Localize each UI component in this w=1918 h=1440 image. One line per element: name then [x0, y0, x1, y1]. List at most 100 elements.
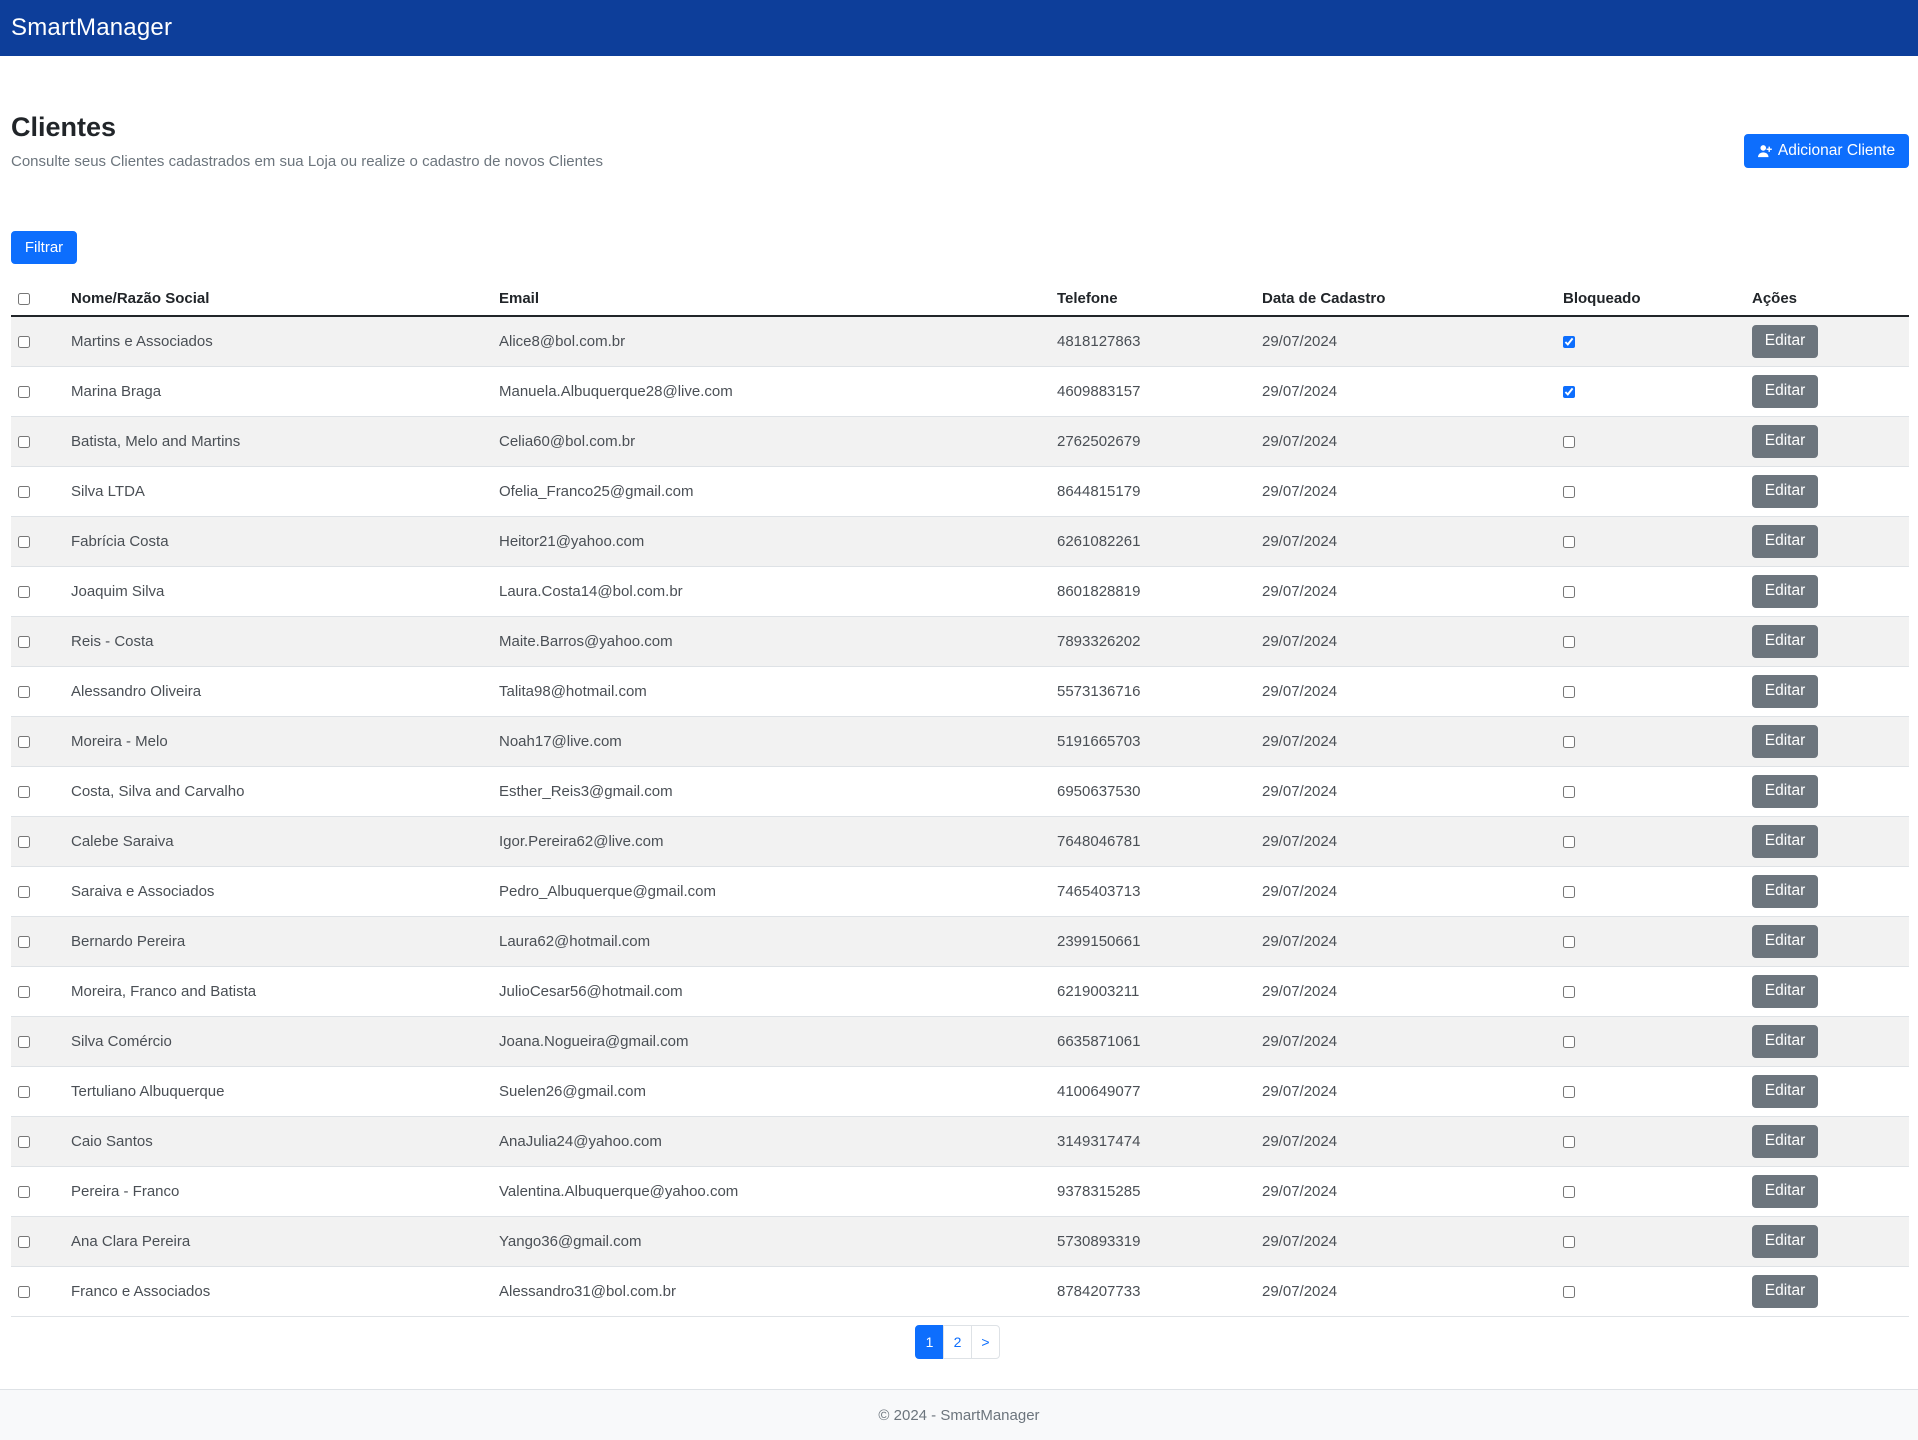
- column-header-actions: Ações: [1752, 282, 1909, 317]
- brand-logo[interactable]: SmartManager: [11, 14, 172, 42]
- row-select-checkbox[interactable]: [18, 685, 30, 698]
- blocked-checkbox[interactable]: [1563, 385, 1575, 398]
- row-select-checkbox[interactable]: [18, 385, 30, 398]
- column-header-date: Data de Cadastro: [1262, 282, 1557, 317]
- row-select-checkbox[interactable]: [18, 635, 30, 648]
- row-select-checkbox[interactable]: [18, 1185, 30, 1198]
- blocked-checkbox[interactable]: [1563, 785, 1575, 798]
- table-row: Martins e Associados Alice8@bol.com.br 481…: [11, 316, 1909, 367]
- row-select-checkbox[interactable]: [18, 1235, 30, 1248]
- row-select-checkbox[interactable]: [18, 935, 30, 948]
- table-header-row: Nome/Razão Social Email Telefone Data de…: [11, 282, 1909, 317]
- row-select-checkbox[interactable]: [18, 1085, 30, 1098]
- cell-name: Calebe Saraiva: [71, 816, 499, 867]
- edit-button[interactable]: Editar: [1752, 624, 1818, 658]
- edit-button[interactable]: Editar: [1752, 1174, 1818, 1208]
- table-row: Tertuliano Albuquerque Suelen26@gmail.com…: [11, 1066, 1909, 1117]
- edit-button[interactable]: Editar: [1752, 424, 1818, 458]
- blocked-checkbox[interactable]: [1563, 585, 1575, 598]
- edit-button[interactable]: Editar: [1752, 724, 1818, 758]
- blocked-checkbox[interactable]: [1563, 885, 1575, 898]
- add-client-label: Adicionar Cliente: [1777, 142, 1896, 159]
- cell-date: 29/07/2024: [1262, 566, 1557, 617]
- cell-date: 29/07/2024: [1262, 1116, 1557, 1167]
- cell-email: Maite.Barros@yahoo.com: [499, 616, 1057, 667]
- cell-name: Ana Clara Pereira: [71, 1216, 499, 1267]
- blocked-checkbox[interactable]: [1563, 1285, 1575, 1298]
- edit-button[interactable]: Editar: [1752, 824, 1818, 858]
- table-row: Caio Santos AnaJulia24@yahoo.com 314931747…: [11, 1116, 1909, 1167]
- blocked-checkbox[interactable]: [1563, 335, 1575, 348]
- cell-phone: 7465403713: [1057, 866, 1262, 917]
- cell-name: Franco e Associados: [71, 1266, 499, 1317]
- filter-button[interactable]: Filtrar: [11, 231, 77, 264]
- row-select-checkbox[interactable]: [18, 735, 30, 748]
- page-1-link[interactable]: 1: [915, 1325, 944, 1359]
- row-select-checkbox[interactable]: [18, 485, 30, 498]
- edit-button[interactable]: Editar: [1752, 674, 1818, 708]
- cell-name: Martins e Associados: [71, 316, 499, 367]
- cell-phone: 6635871061: [1057, 1016, 1262, 1067]
- edit-button[interactable]: Editar: [1752, 1274, 1818, 1308]
- cell-date: 29/07/2024: [1262, 1066, 1557, 1117]
- cell-phone: 2762502679: [1057, 416, 1262, 467]
- edit-button[interactable]: Editar: [1752, 874, 1818, 908]
- edit-button[interactable]: Editar: [1752, 374, 1818, 408]
- table-row: Silva LTDA Ofelia_Franco25@gmail.com 86448…: [11, 466, 1909, 517]
- blocked-checkbox[interactable]: [1563, 735, 1575, 748]
- cell-phone: 3149317474: [1057, 1116, 1262, 1167]
- row-select-checkbox[interactable]: [18, 1135, 30, 1148]
- row-select-checkbox[interactable]: [18, 435, 30, 448]
- edit-button[interactable]: Editar: [1752, 924, 1818, 958]
- cell-name: Saraiva e Associados: [71, 866, 499, 917]
- blocked-checkbox[interactable]: [1563, 685, 1575, 698]
- blocked-checkbox[interactable]: [1563, 535, 1575, 548]
- row-select-checkbox[interactable]: [18, 785, 30, 798]
- row-select-checkbox[interactable]: [18, 1285, 30, 1298]
- next-page-link[interactable]: >: [971, 1325, 1000, 1359]
- blocked-checkbox[interactable]: [1563, 485, 1575, 498]
- cell-phone: 5191665703: [1057, 716, 1262, 767]
- blocked-checkbox[interactable]: [1563, 1135, 1575, 1148]
- row-select-checkbox[interactable]: [18, 535, 30, 548]
- select-all-checkbox[interactable]: [18, 293, 30, 306]
- blocked-checkbox[interactable]: [1563, 1235, 1575, 1248]
- edit-button[interactable]: Editar: [1752, 974, 1818, 1008]
- edit-button[interactable]: Editar: [1752, 474, 1818, 508]
- cell-date: 29/07/2024: [1262, 516, 1557, 567]
- blocked-checkbox[interactable]: [1563, 935, 1575, 948]
- blocked-checkbox[interactable]: [1563, 1035, 1575, 1048]
- cell-email: Suelen26@gmail.com: [499, 1066, 1057, 1117]
- edit-button[interactable]: Editar: [1752, 524, 1818, 558]
- table-row: Moreira - Melo Noah17@live.com 5191665703 2…: [11, 716, 1909, 767]
- blocked-checkbox[interactable]: [1563, 635, 1575, 648]
- edit-button[interactable]: Editar: [1752, 324, 1818, 358]
- blocked-checkbox[interactable]: [1563, 835, 1575, 848]
- cell-date: 29/07/2024: [1262, 666, 1557, 717]
- cell-phone: 4609883157: [1057, 366, 1262, 417]
- blocked-checkbox[interactable]: [1563, 1085, 1575, 1098]
- cell-name: Marina Braga: [71, 366, 499, 417]
- add-client-button[interactable]: Adicionar Cliente: [1744, 134, 1909, 168]
- cell-name: Batista, Melo and Martins: [71, 416, 499, 467]
- row-select-checkbox[interactable]: [18, 835, 30, 848]
- row-select-checkbox[interactable]: [18, 885, 30, 898]
- row-select-checkbox[interactable]: [18, 1035, 30, 1048]
- row-select-checkbox[interactable]: [18, 335, 30, 348]
- cell-date: 29/07/2024: [1262, 816, 1557, 867]
- table-row: Bernardo Pereira Laura62@hotmail.com 23991…: [11, 916, 1909, 967]
- edit-button[interactable]: Editar: [1752, 574, 1818, 608]
- blocked-checkbox[interactable]: [1563, 435, 1575, 448]
- blocked-checkbox[interactable]: [1563, 985, 1575, 998]
- edit-button[interactable]: Editar: [1752, 774, 1818, 808]
- cell-date: 29/07/2024: [1262, 1266, 1557, 1317]
- edit-button[interactable]: Editar: [1752, 1024, 1818, 1058]
- edit-button[interactable]: Editar: [1752, 1224, 1818, 1258]
- cell-name: Moreira - Melo: [71, 716, 499, 767]
- blocked-checkbox[interactable]: [1563, 1185, 1575, 1198]
- row-select-checkbox[interactable]: [18, 585, 30, 598]
- edit-button[interactable]: Editar: [1752, 1074, 1818, 1108]
- row-select-checkbox[interactable]: [18, 985, 30, 998]
- edit-button[interactable]: Editar: [1752, 1124, 1818, 1158]
- page-2-link[interactable]: 2: [943, 1325, 972, 1359]
